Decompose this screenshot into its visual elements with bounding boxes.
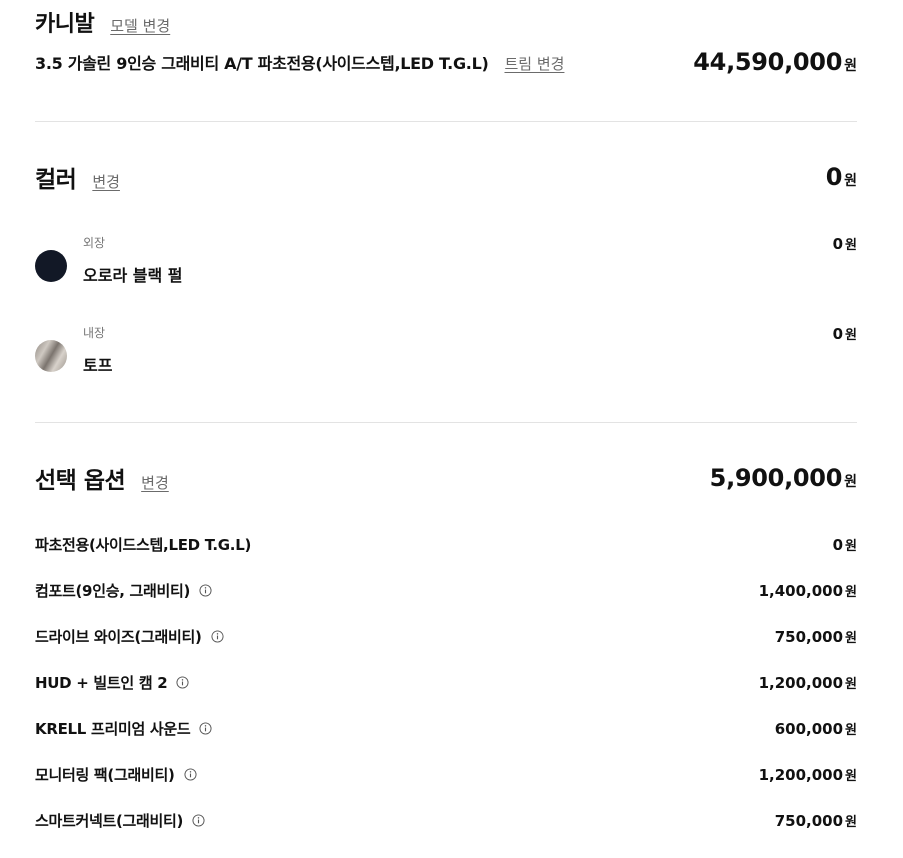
option-price-unit: 원	[845, 538, 857, 554]
option-price: 1,200,000 원	[759, 673, 857, 692]
model-price-value: 44,590,000	[693, 48, 843, 76]
divider	[35, 121, 857, 122]
option-name: 컴포트(9인승, 그래비티)	[35, 581, 191, 600]
info-circle-icon[interactable]	[192, 813, 205, 827]
color-total-price: 0 원	[826, 163, 857, 191]
model-change-link[interactable]: 모델 변경	[110, 15, 170, 36]
interior-color-price: 0 원	[833, 324, 857, 343]
option-row: 모니터링 팩(그래비티) 1,200,000 원	[35, 762, 857, 786]
option-price: 0원	[833, 535, 857, 554]
exterior-color-item: 외장 오로라 블랙 펄 0 원	[35, 234, 857, 294]
info-circle-icon[interactable]	[176, 675, 189, 689]
option-price-unit: 원	[845, 768, 857, 784]
trim-change-link[interactable]: 트림 변경	[504, 53, 564, 74]
exterior-label: 외장	[83, 236, 106, 250]
divider	[35, 422, 857, 423]
option-price-value: 0	[832, 535, 844, 554]
option-row: 파초전용(사이드스텝,LED T.G.L) 0 원	[35, 532, 857, 556]
color-total-value: 0	[825, 163, 843, 191]
color-change-link[interactable]: 변경	[92, 171, 120, 192]
option-price: 1,200,000 원	[759, 765, 857, 784]
option-row: 드라이브 와이즈(그래비티) 750,000 원	[35, 624, 857, 648]
interior-color-swatch	[35, 340, 67, 372]
option-price: 1,400,000 원	[759, 581, 857, 600]
trim-row: 3.5 가솔린 9인승 그래비티 A/T 파초전용(사이드스텝,LED T.G.…	[35, 48, 857, 76]
interior-color-item: 내장 토프 0 원	[35, 324, 857, 384]
interior-color-name: 토프	[83, 356, 113, 375]
option-price-unit: 원	[845, 584, 857, 600]
model-header: 카니발 모델 변경	[35, 6, 170, 38]
option-name: 파초전용(사이드스텝,LED T.G.L)	[35, 535, 252, 554]
summary-panel: 카니발 모델 변경 3.5 가솔린 9인승 그래비티 A/T 파초전용(사이드스…	[35, 0, 857, 858]
option-price-value: 600,000	[774, 719, 844, 738]
option-price: 750,000 원	[775, 627, 857, 646]
option-name: 스마트커넥트(그래비티)	[35, 811, 184, 830]
trim-name: 3.5 가솔린 9인승 그래비티 A/T 파초전용(사이드스텝,LED T.G.…	[35, 54, 489, 73]
exterior-color-price: 0 원	[833, 234, 857, 253]
exterior-price-value: 0	[832, 235, 844, 253]
options-total-value: 5,900,000	[709, 464, 843, 492]
option-row: 컴포트(9인승, 그래비티) 1,400,000 원	[35, 578, 857, 602]
option-price: 750,000 원	[775, 811, 857, 830]
exterior-color-swatch	[35, 250, 67, 282]
option-price-unit: 원	[845, 722, 857, 738]
model-name: 카니발	[35, 12, 95, 37]
interior-label: 내장	[83, 326, 106, 340]
option-price: 600,000 원	[775, 719, 857, 738]
option-price-value: 1,400,000	[758, 581, 844, 600]
interior-price-unit: 원	[845, 328, 857, 343]
options-section-header: 선택 옵션 변경 5,900,000 원	[35, 461, 857, 495]
option-name: HUD + 빌트인 캠 2	[35, 673, 168, 692]
color-section-title: 컬러	[35, 167, 77, 193]
option-price-unit: 원	[845, 676, 857, 692]
info-circle-icon[interactable]	[199, 583, 212, 597]
option-name: 모니터링 팩(그래비티)	[35, 765, 175, 784]
color-section-header: 컬러 변경 0 원	[35, 160, 857, 194]
option-row: HUD + 빌트인 캠 2 1,200,000 원	[35, 670, 857, 694]
option-price-value: 1,200,000	[758, 673, 844, 692]
exterior-color-name: 오로라 블랙 펄	[83, 266, 183, 285]
options-total-price: 5,900,000 원	[710, 464, 857, 492]
interior-price-value: 0	[832, 325, 844, 343]
option-name: KRELL 프리미엄 사운드	[35, 719, 191, 738]
color-total-unit: 원	[844, 173, 857, 189]
option-row: 스마트커넥트(그래비티) 750,000 원	[35, 808, 857, 832]
info-circle-icon[interactable]	[211, 629, 224, 643]
options-section-title: 선택 옵션	[35, 468, 126, 494]
option-price-unit: 원	[845, 814, 857, 830]
option-price-value: 750,000	[774, 627, 844, 646]
option-row: KRELL 프리미엄 사운드 600,000 원	[35, 716, 857, 740]
info-circle-icon[interactable]	[199, 721, 212, 735]
model-price: 44,590,000 원	[693, 48, 857, 76]
option-price-unit: 원	[845, 630, 857, 646]
info-circle-icon[interactable]	[184, 767, 197, 781]
option-price-value: 1,200,000	[758, 765, 844, 784]
options-total-unit: 원	[844, 474, 857, 490]
model-price-unit: 원	[844, 58, 857, 74]
option-name: 드라이브 와이즈(그래비티)	[35, 627, 202, 646]
options-change-link[interactable]: 변경	[141, 472, 169, 493]
option-price-value: 750,000	[774, 811, 844, 830]
exterior-price-unit: 원	[845, 238, 857, 253]
